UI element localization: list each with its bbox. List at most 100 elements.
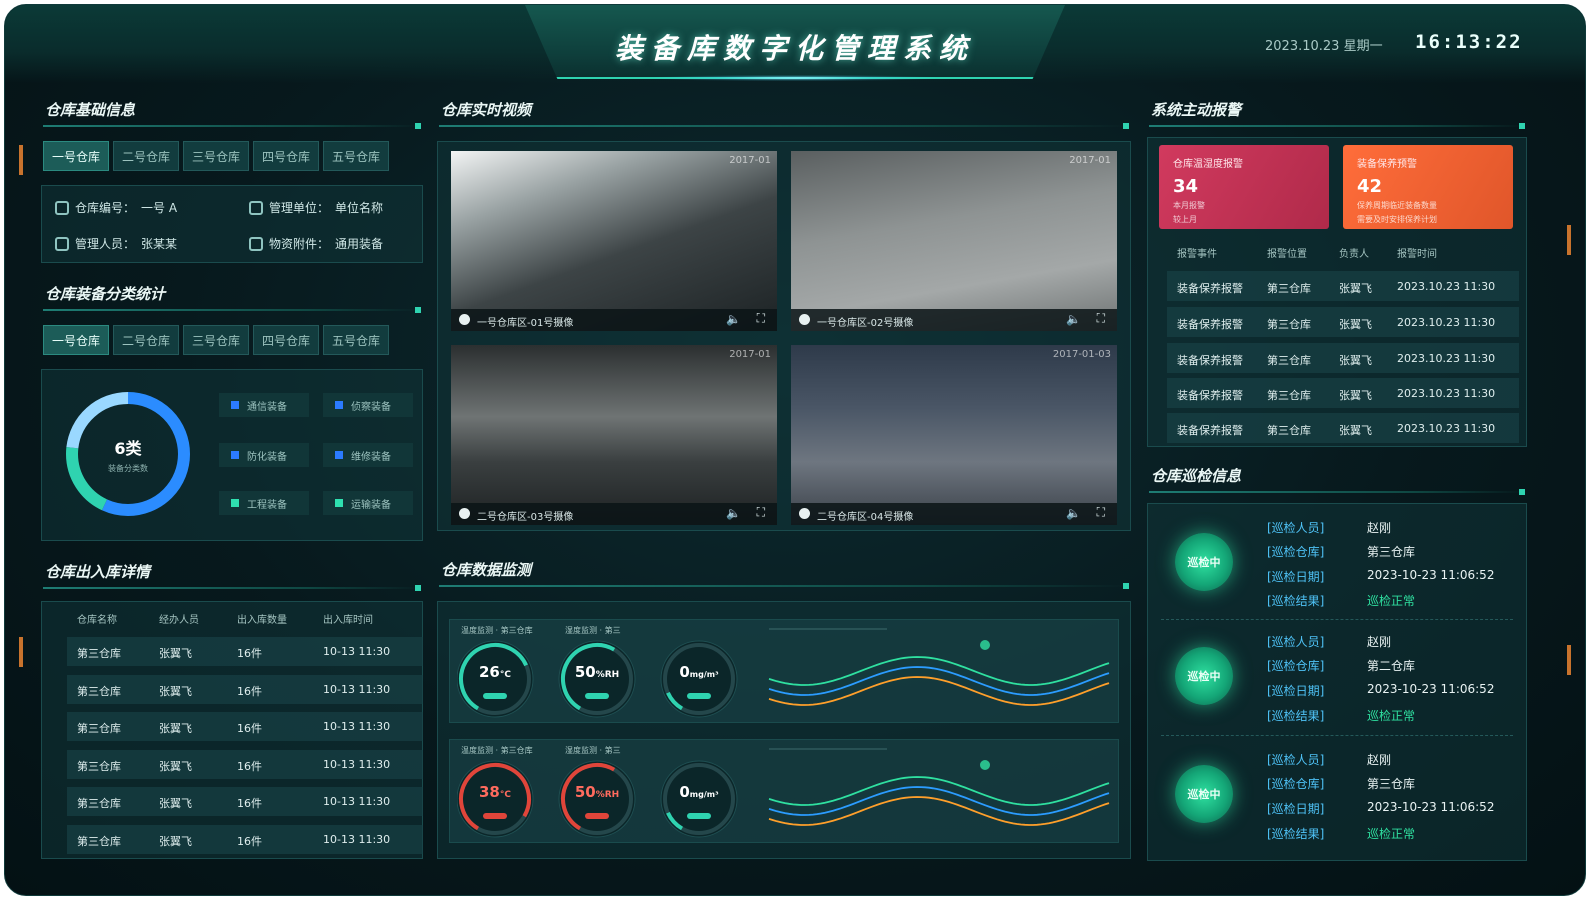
legend-dot [335,499,343,507]
table-row[interactable]: 第三仓库 张翼飞 16件 10-13 11:30 [67,637,423,666]
camera-feed-2[interactable]: 2017-01 一号仓库区-02号摄像 🔈 ⛶ [791,151,1117,331]
fullscreen-icon[interactable]: ⛶ [757,505,765,520]
cell: 张翼飞 [159,685,192,698]
date-text: 2023.10.23 星期一 [1265,39,1383,54]
patrol-key: [巡检仓库] [1267,545,1325,559]
patrol-date: 2023-10-23 11:06:52 [1367,568,1495,582]
patrol-person: 赵刚 [1367,753,1392,767]
fullscreen-icon[interactable]: ⛶ [1097,505,1105,520]
patrol-key: [巡检日期] [1267,802,1325,816]
fullscreen-icon[interactable]: ⛶ [1097,311,1105,326]
tab-warehouse-5[interactable]: 五号仓库 [323,141,389,171]
legend-dot [335,401,343,409]
clock-text: 16:13:22 [1415,31,1523,53]
cell: 第三仓库 [1267,282,1311,295]
cell: 2023.10.23 11:30 [1397,352,1496,365]
info-value: 张某某 [141,237,178,251]
alarm-row[interactable]: 装备保养报警 第三仓库 张翼飞 2023.10.23 11:30 [1167,413,1519,443]
camera-feed-1[interactable]: 2017-01 一号仓库区-01号摄像 🔈 ⛶ [451,151,777,331]
legend-label: 侦察装备 [351,401,391,413]
left-deco-bar [19,145,23,175]
gauge-status-pill [585,813,609,819]
patrol-person: 赵刚 [1367,635,1392,649]
section-divider [43,123,421,129]
fullscreen-icon[interactable]: ⛶ [757,311,765,326]
table-row[interactable]: 第三仓库 张翼飞 16件 10-13 11:30 [67,675,423,704]
gauge-caption: 温度监测 · 第三仓库 [461,626,533,635]
cell: 10-13 11:30 [323,645,391,658]
trend-marker [980,640,990,650]
volume-icon[interactable]: 🔈 [726,506,741,520]
tab-warehouse-4[interactable]: 四号仓库 [253,141,319,171]
tab-warehouse-1[interactable]: 一号仓库 [43,141,109,171]
info-value: 一号 A [141,201,178,215]
alarm-card-maintenance[interactable]: 装备保养预警 42 保养周期临近装备数量 需要及时安排保养计划 [1343,145,1513,229]
table-row[interactable]: 第三仓库 张翼飞 16件 10-13 11:30 [67,787,423,816]
patrol-person: 赵刚 [1367,521,1392,535]
legend-label: 防化装备 [247,451,287,463]
volume-icon[interactable]: 🔈 [1066,312,1081,326]
cell: 2023.10.23 11:30 [1397,422,1496,435]
gauge-value: 50%RH [574,663,620,681]
camera-feed-3[interactable]: 2017-01 二号仓库区-03号摄像 🔈 ⛶ [451,345,777,525]
tab-warehouse-1[interactable]: 一号仓库 [43,325,109,355]
alarm-row[interactable]: 装备保养报警 第三仓库 张翼飞 2023.10.23 11:30 [1167,343,1519,373]
gauge-status-pill [585,693,609,699]
table-row[interactable]: 第三仓库 张翼飞 16件 10-13 11:30 [67,750,423,779]
alarm-row[interactable]: 装备保养报警 第三仓库 张翼飞 2023.10.23 11:30 [1167,307,1519,337]
right-deco-bar [1567,225,1571,255]
tab-warehouse-2[interactable]: 二号仓库 [113,325,179,355]
cell: 16件 [237,685,262,698]
gauge-value: 0mg/m³ [679,783,719,801]
user-icon [249,200,263,215]
id-card-icon [55,236,69,251]
tools-icon [249,236,263,251]
cell: 张翼飞 [1339,282,1372,295]
patrol-key: [巡检结果] [1267,709,1325,723]
cell: 10-13 11:30 [323,795,391,808]
table-header: 出入库数量 [237,615,287,626]
legend-item: 侦察装备 [323,393,413,417]
section-divider [439,123,1129,129]
cell: 第三仓库 [77,760,121,773]
volume-icon[interactable]: 🔈 [726,312,741,326]
patrol-result: 巡检正常 [1367,594,1416,608]
camera-feed-4[interactable]: 2017-01-03 二号仓库区-04号摄像 🔈 ⛶ [791,345,1117,525]
basic-info-title: 仓库基础信息 [45,101,136,119]
trend-line [768,776,1110,806]
alarm-card-label: 仓库温湿度报警 [1173,159,1243,170]
tab-warehouse-5[interactable]: 五号仓库 [323,325,389,355]
camera-caption: 一号仓库区-01号摄像 [477,318,574,329]
patrol-key: [巡检仓库] [1267,777,1325,791]
table-row[interactable]: 第三仓库 张翼飞 16件 10-13 11:30 [67,712,423,741]
cell: 第三仓库 [77,835,121,848]
cell: 第三仓库 [77,722,121,735]
cell: 装备保养报警 [1177,389,1243,402]
cell: 张翼飞 [159,797,192,810]
alarm-card-temperature[interactable]: 仓库温湿度报警 34 本月报警 较上月 [1159,145,1329,229]
patrol-divider [1161,619,1513,620]
legend-label: 通信装备 [247,401,287,413]
tab-warehouse-3[interactable]: 三号仓库 [183,141,249,171]
section-divider [439,583,1129,589]
alarm-row[interactable]: 装备保养报警 第三仓库 张翼飞 2023.10.23 11:30 [1167,378,1519,408]
cell: 装备保养报警 [1177,282,1243,295]
gauge-caption: 湿度监测 · 第三 [565,746,621,755]
tab-warehouse-3[interactable]: 三号仓库 [183,325,249,355]
tab-warehouse-4[interactable]: 四号仓库 [253,325,319,355]
alarm-row[interactable]: 装备保养报警 第三仓库 张翼飞 2023.10.23 11:30 [1167,271,1519,301]
camera-caption: 二号仓库区-04号摄像 [817,512,914,523]
cell: 2023.10.23 11:30 [1397,316,1496,329]
table-row[interactable]: 第三仓库 张翼飞 16件 10-13 11:30 [67,825,423,854]
legend-label: 工程装备 [247,499,287,511]
info-label: 管理单位： [269,201,330,215]
cell: 10-13 11:30 [323,720,391,733]
patrol-key: [巡检日期] [1267,684,1325,698]
legend-label: 维修装备 [351,451,391,463]
gauge-value: 26°C [479,663,511,681]
cell: 张翼飞 [1339,318,1372,331]
info-warehouse-id: 仓库编号： 一号 A [55,199,177,216]
tab-warehouse-2[interactable]: 二号仓库 [113,141,179,171]
volume-icon[interactable]: 🔈 [1066,506,1081,520]
table-header: 报警事件 [1177,249,1217,260]
